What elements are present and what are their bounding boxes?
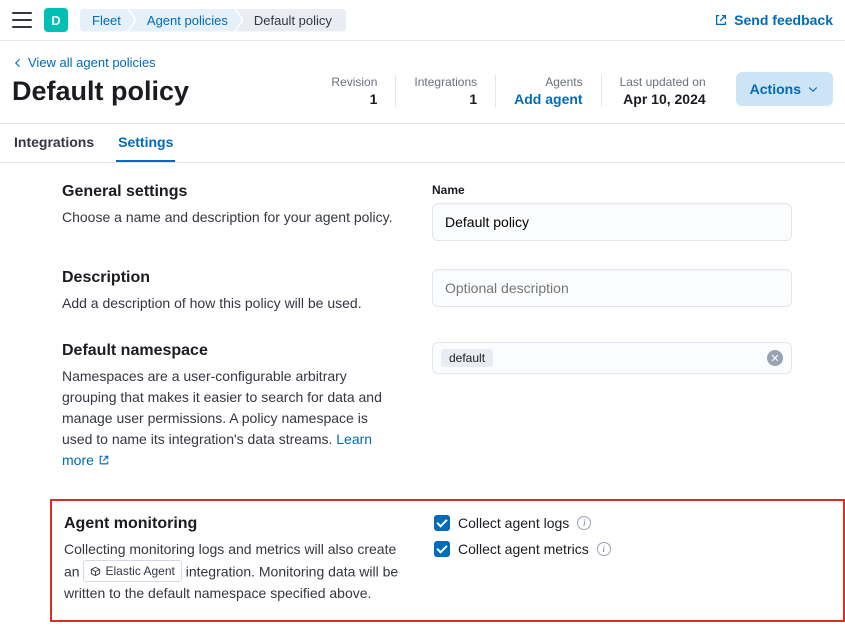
collect-metrics-checkbox[interactable]	[434, 541, 450, 557]
monitoring-title: Agent monitoring	[64, 515, 404, 533]
namespace-help: Namespaces are a user-configurable arbit…	[62, 366, 402, 471]
info-icon[interactable]: i	[597, 542, 611, 556]
page-title: Default policy	[12, 76, 313, 107]
collect-metrics-label: Collect agent metrics	[458, 541, 589, 557]
stat-agents: Agents Add agent	[495, 75, 600, 107]
package-icon	[90, 566, 101, 577]
stat-updated-label: Last updated on	[620, 75, 706, 89]
stat-integrations-label: Integrations	[414, 75, 477, 89]
namespace-title: Default namespace	[62, 342, 402, 360]
collect-logs-checkbox[interactable]	[434, 515, 450, 531]
external-link-icon	[714, 13, 728, 27]
breadcrumb-fleet[interactable]: Fleet	[80, 9, 135, 32]
external-link-icon	[98, 454, 110, 466]
back-link[interactable]: View all agent policies	[12, 55, 313, 70]
general-settings-title: General settings	[62, 183, 402, 201]
stat-integrations: Integrations 1	[395, 75, 495, 107]
description-help: Add a description of how this policy wil…	[62, 293, 402, 314]
namespace-combobox[interactable]: default ✕	[432, 342, 792, 374]
description-title: Description	[62, 269, 402, 287]
breadcrumb: Fleet Agent policies Default policy	[80, 9, 346, 32]
elastic-agent-badge: Elastic Agent	[83, 560, 181, 582]
menu-toggle[interactable]	[12, 10, 32, 30]
breadcrumb-current: Default policy	[236, 9, 346, 32]
chevron-down-icon	[807, 83, 819, 95]
tab-settings[interactable]: Settings	[116, 124, 175, 162]
stat-updated: Last updated on Apr 10, 2024	[601, 75, 724, 107]
stat-integrations-value: 1	[414, 91, 477, 107]
avatar[interactable]: D	[44, 8, 68, 32]
stat-revision-label: Revision	[331, 75, 377, 89]
breadcrumb-agent-policies[interactable]: Agent policies	[129, 9, 242, 32]
stat-revision-value: 1	[331, 91, 377, 107]
name-field-label: Name	[432, 183, 792, 197]
namespace-tag: default	[441, 349, 493, 367]
namespace-clear-icon[interactable]: ✕	[767, 350, 783, 366]
actions-button-label: Actions	[750, 81, 801, 97]
tab-integrations[interactable]: Integrations	[12, 124, 96, 162]
send-feedback-link[interactable]: Send feedback	[714, 12, 833, 28]
add-agent-link[interactable]: Add agent	[514, 91, 582, 107]
general-settings-help: Choose a name and description for your a…	[62, 207, 402, 228]
stat-agents-label: Agents	[514, 75, 582, 89]
back-link-label: View all agent policies	[28, 55, 156, 70]
info-icon[interactable]: i	[577, 516, 591, 530]
send-feedback-label: Send feedback	[734, 12, 833, 28]
actions-button[interactable]: Actions	[736, 72, 833, 106]
stat-updated-value: Apr 10, 2024	[620, 91, 706, 107]
chevron-left-icon	[12, 57, 24, 69]
stat-revision: Revision 1	[313, 75, 395, 107]
agent-monitoring-highlight: Agent monitoring Collecting monitoring l…	[50, 499, 845, 622]
name-input[interactable]	[432, 203, 792, 241]
description-input[interactable]	[432, 269, 792, 307]
collect-logs-label: Collect agent logs	[458, 515, 569, 531]
